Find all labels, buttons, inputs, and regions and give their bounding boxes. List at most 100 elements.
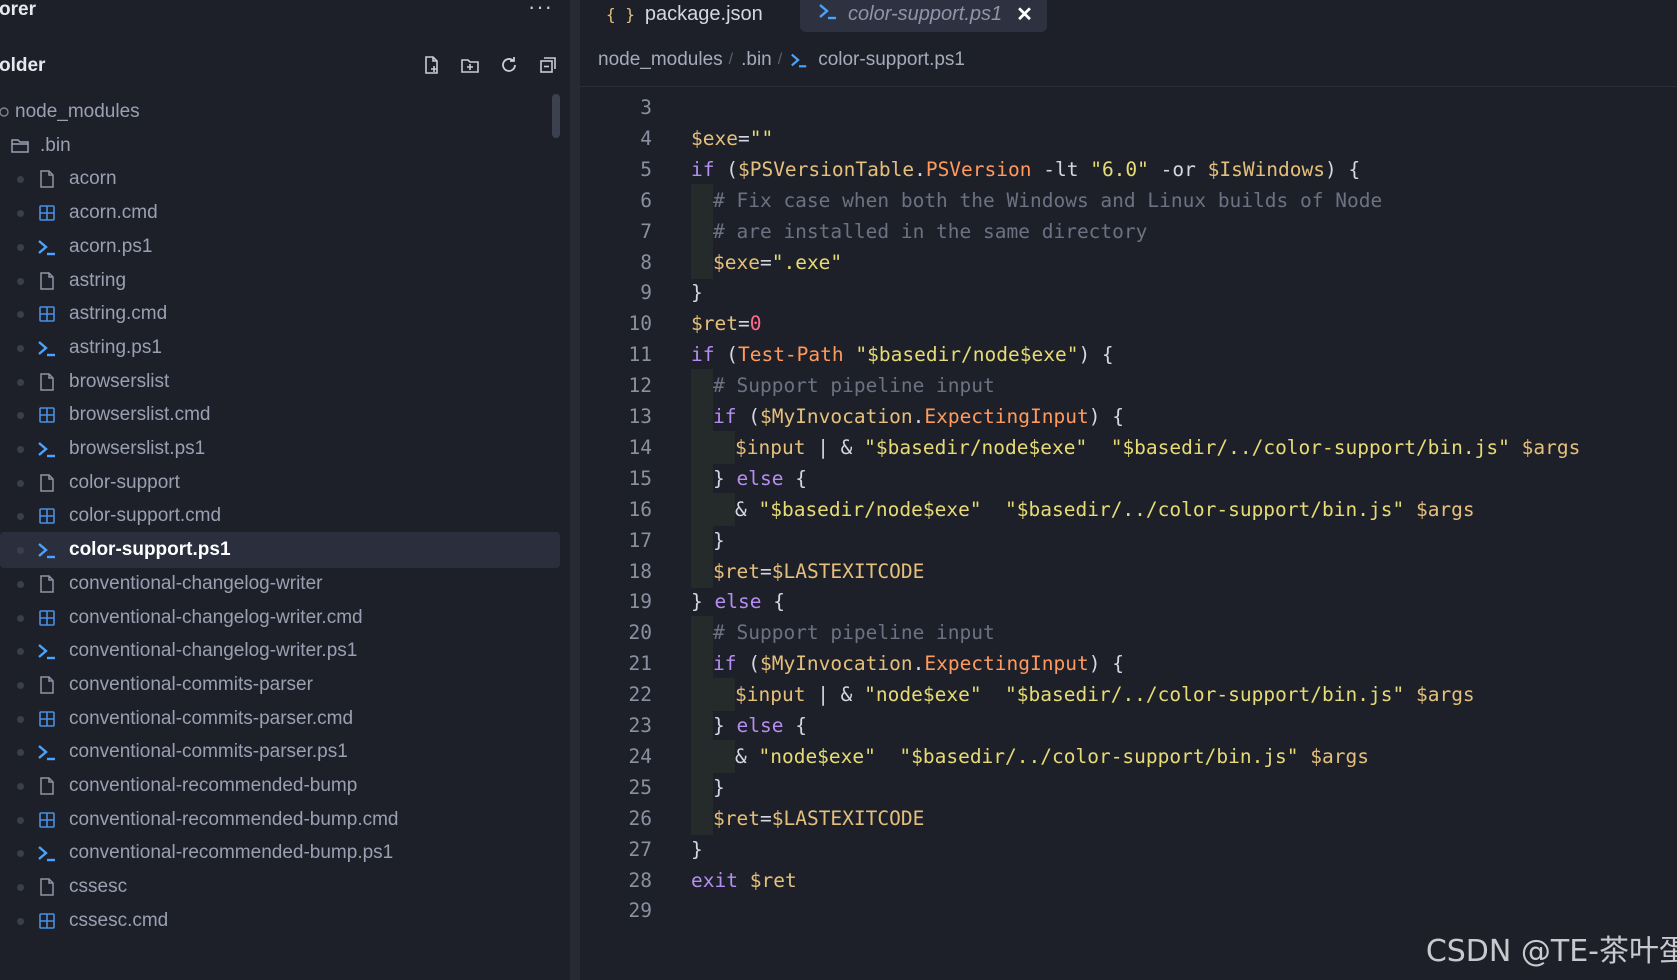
indent-guide [691, 214, 713, 248]
tab-color-support-ps1[interactable]: color-support.ps1 ✕ [800, 0, 1047, 32]
code-text: if ($MyInvocation.ExpectingInput) { [713, 652, 1124, 676]
code-text: if ($MyInvocation.ExpectingInput) { [713, 405, 1124, 428]
tree-item-label: astring [69, 269, 127, 291]
tree-item[interactable]: conventional-recommended-bump.ps1 [0, 835, 560, 871]
tree-item[interactable]: astring.cmd [0, 296, 560, 332]
tree-item-label: color-support [69, 471, 180, 493]
tree-item[interactable]: acorn [0, 161, 560, 197]
more-actions-button[interactable]: ··· [528, 0, 553, 20]
code-line: 7 # are installed in the same directory [580, 214, 1677, 248]
windows-cmd-icon [37, 608, 57, 628]
tree-item-label: conventional-commits-parser.cmd [69, 707, 354, 729]
indent-guide [691, 523, 713, 557]
tree-item-label: conventional-changelog-writer.ps1 [69, 640, 358, 662]
code-line: 13 if ($MyInvocation.ExpectingInput) { [580, 400, 1677, 433]
tree-item-label: acorn.ps1 [69, 235, 153, 257]
tree-item-label: conventional-changelog-writer [69, 572, 323, 594]
close-icon[interactable]: ✕ [1016, 2, 1033, 27]
file-icon [37, 372, 57, 392]
chevron-icon [0, 102, 16, 122]
code-line: 9} [580, 276, 1677, 309]
sidebar-divider[interactable] [570, 0, 580, 980]
tree-item[interactable]: .bin [0, 128, 560, 164]
line-number: 16 [628, 497, 652, 521]
indent-guide [691, 430, 713, 464]
line-number: 14 [628, 435, 652, 459]
editor-area: { } package.json color-support.ps1 ✕ nod… [580, 0, 1677, 980]
tree-item-label: browserslist.ps1 [69, 438, 206, 459]
tree-item[interactable]: conventional-recommended-bump.cmd [0, 802, 560, 838]
indent-guide [691, 400, 713, 433]
code-line: 28 exit $ret [580, 864, 1677, 897]
new-file-icon[interactable] [418, 52, 444, 78]
tree-item[interactable]: cssesc [0, 869, 560, 905]
tree-indent-dot [17, 614, 24, 622]
code-text: $input | & "$basedir/node$exe" "$basedir… [735, 435, 1581, 459]
line-number: 29 [628, 899, 652, 923]
line-number: 26 [628, 806, 652, 830]
tree-item[interactable]: conventional-commits-parser.cmd [0, 701, 560, 737]
workspace-folder-header[interactable]: older [0, 52, 570, 80]
powershell-icon [818, 2, 838, 26]
indent-guide [713, 678, 735, 712]
code-text: } else { [713, 466, 807, 490]
code-line: 4 $exe="" [580, 122, 1677, 155]
code-line: 19} else { [580, 585, 1677, 618]
tree-item[interactable]: astring.ps1 [0, 330, 560, 366]
indent-guide [713, 492, 735, 526]
breadcrumb-item[interactable]: node_modules [598, 49, 723, 71]
tree-item[interactable]: astring [0, 263, 560, 299]
tree-item[interactable]: conventional-commits-parser.ps1 [0, 734, 560, 770]
powershell-icon [790, 51, 808, 69]
tree-item[interactable]: browserslist.ps1 [0, 431, 560, 467]
tree-item[interactable]: color-support [0, 465, 560, 501]
breadcrumb: node_modules / .bin / color-support.ps1 [598, 47, 965, 73]
tree-item[interactable]: acorn.cmd [0, 195, 560, 231]
new-folder-icon[interactable] [457, 52, 483, 78]
tree-indent-dot [17, 816, 24, 824]
breadcrumb-item[interactable]: color-support.ps1 [818, 49, 965, 71]
powershell-icon [37, 540, 57, 560]
line-number: 22 [628, 683, 652, 707]
collapse-all-icon[interactable] [535, 52, 561, 78]
file-icon [37, 473, 57, 493]
code-line: 5 if ($PSVersionTable.PSVersion -lt "6.0"… [580, 153, 1677, 186]
line-number: 10 [628, 312, 652, 336]
tree-item[interactable]: acorn.ps1 [0, 229, 560, 265]
code-line: 27} [580, 833, 1677, 866]
tree-item-label: conventional-recommended-bump [69, 775, 358, 796]
line-number: 8 [640, 250, 652, 274]
tree-item[interactable]: browserslist [0, 364, 560, 400]
sidebar-scrollbar[interactable] [552, 94, 560, 138]
code-text: # Fix case when both the Windows and Lin… [713, 188, 1383, 212]
line-number: 5 [640, 157, 652, 181]
tree-item[interactable]: cssesc.cmd [0, 903, 560, 939]
code-line: 20 # Support pipeline input [580, 616, 1677, 650]
tree-indent-dot [17, 547, 24, 555]
tree-item[interactable]: conventional-changelog-writer.cmd [0, 600, 560, 636]
tree-item[interactable]: node_modules [0, 94, 560, 130]
code-line: 3 [580, 91, 1677, 124]
tree-item[interactable]: conventional-commits-parser [0, 667, 560, 703]
breadcrumb-item[interactable]: .bin [741, 49, 772, 71]
breadcrumb-divider [580, 86, 1677, 87]
tree-item[interactable]: conventional-changelog-writer.ps1 [0, 633, 560, 669]
code-text: if (Test-Path "$basedir/node$exe") { [691, 343, 1114, 367]
refresh-icon[interactable] [496, 52, 522, 78]
tree-indent-dot [17, 277, 24, 285]
code-line: 25} [580, 770, 1677, 804]
tree-item[interactable]: color-support.ps1 [0, 532, 560, 569]
tree-item[interactable]: browserslist.cmd [0, 397, 560, 433]
code-line: 18 $ret=$LASTEXITCODE [580, 554, 1677, 588]
tab-package-json[interactable]: { } package.json [606, 0, 763, 32]
explorer-header: orer ··· [0, 0, 570, 24]
tree-item[interactable]: color-support.cmd [0, 498, 560, 534]
code-line: 24 & "node$exe" "$basedir/../color-suppor… [580, 739, 1677, 773]
code-line: 11 if (Test-Path "$basedir/node$exe") { [580, 338, 1677, 371]
tree-item[interactable]: conventional-recommended-bump [0, 768, 560, 804]
code-text: $ret=0 [691, 312, 762, 336]
indent-guide [691, 709, 713, 742]
line-number: 12 [628, 374, 652, 398]
tree-item[interactable]: conventional-changelog-writer [0, 566, 560, 602]
tree-indent-dot [17, 412, 24, 420]
